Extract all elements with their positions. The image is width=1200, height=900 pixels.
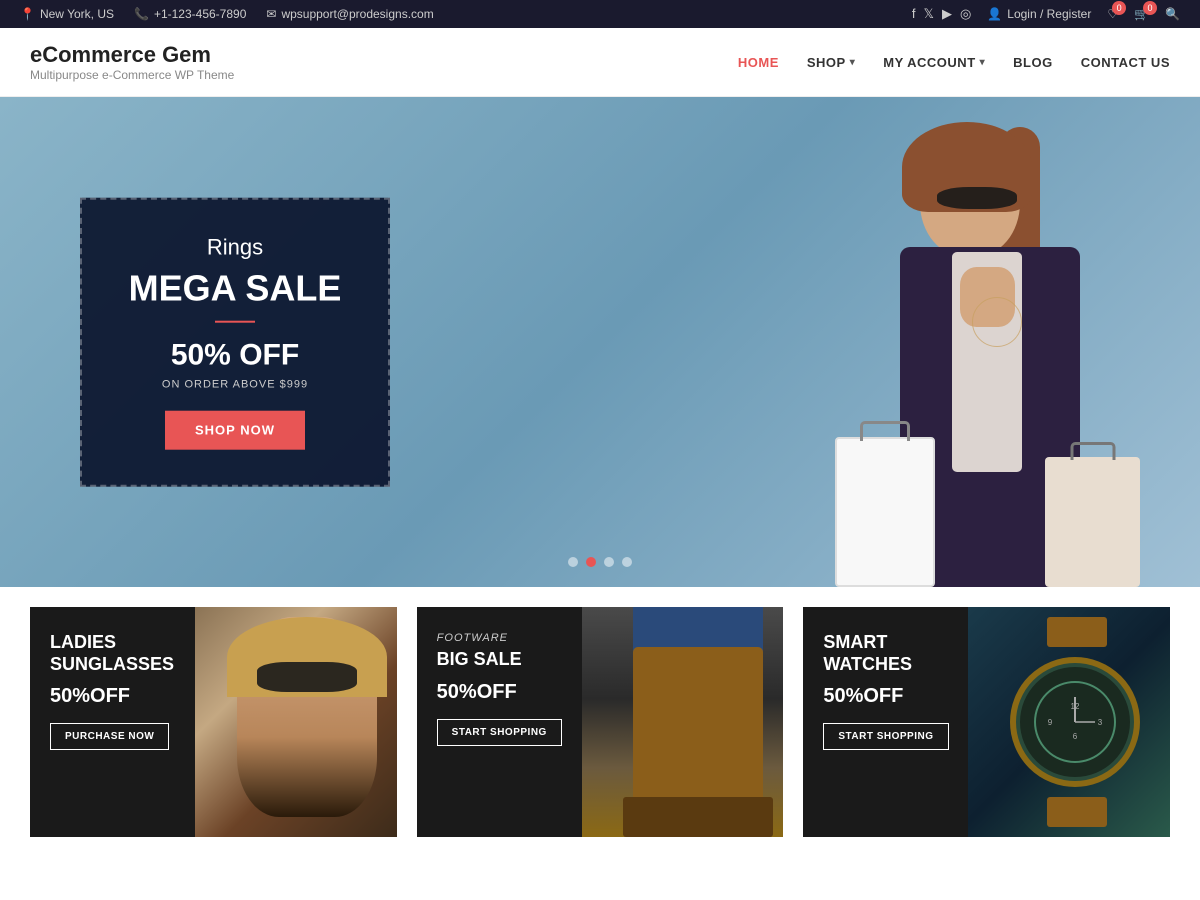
- wishlist-count: 0: [1112, 1, 1126, 15]
- top-bar: 📍 New York, US 📞 +1-123-456-7890 ✉ wpsup…: [0, 0, 1200, 28]
- top-bar-right: f 𝕏 ▶ ◎ 👤 Login / Register ♡ 0 🛒 0 🔍: [912, 6, 1180, 22]
- nav-item-myaccount[interactable]: MY ACCOUNT ▾: [883, 55, 985, 70]
- card-text-watches: SMARTWATCHES 50%OFF START SHOPPING: [803, 607, 986, 837]
- nav-item-home[interactable]: HOME: [738, 55, 779, 70]
- nav-item-blog[interactable]: BLOG: [1013, 55, 1053, 70]
- card-image-footware: [582, 607, 784, 837]
- promo-divider: [215, 320, 255, 322]
- card-title-sunglasses: LADIESSUNGLASSES: [50, 632, 193, 675]
- location-info: 📍 New York, US: [20, 7, 114, 21]
- location-icon: 📍: [20, 7, 35, 21]
- card-discount-watches: 50%OFF: [823, 685, 966, 708]
- email-info: ✉ wpsupport@prodesigns.com: [266, 7, 433, 21]
- promo-condition: ON ORDER ABOVE $999: [112, 378, 358, 390]
- promo-discount: 50% OFF: [112, 338, 358, 372]
- nav-item-shop[interactable]: SHOP ▾: [807, 55, 855, 70]
- slider-dots: [568, 557, 632, 567]
- facebook-icon[interactable]: f: [912, 6, 916, 22]
- main-nav: HOME SHOP ▾ MY ACCOUNT ▾ BLOG CONTACT US: [738, 55, 1170, 70]
- svg-text:6: 6: [1073, 732, 1078, 741]
- purchase-now-button[interactable]: PURCHASE NOW: [50, 723, 169, 750]
- logo-subtitle: Multipurpose e-Commerce WP Theme: [30, 68, 234, 82]
- start-shopping-button-watches[interactable]: START SHOPPING: [823, 723, 948, 750]
- card-image-sunglasses: [195, 607, 397, 837]
- cart-button[interactable]: 🛒 0: [1134, 7, 1149, 21]
- nav-item-contact[interactable]: CONTACT US: [1081, 55, 1170, 70]
- shop-now-button[interactable]: SHOP NOW: [165, 410, 305, 449]
- card-text-sunglasses: LADIESSUNGLASSES 50%OFF PURCHASE NOW: [30, 607, 213, 837]
- chevron-down-icon: ▾: [980, 57, 986, 68]
- search-button[interactable]: 🔍: [1165, 7, 1180, 21]
- slider-dot-2[interactable]: [586, 557, 596, 567]
- start-shopping-button-footware[interactable]: START SHOPPING: [437, 719, 562, 746]
- promo-card-footware[interactable]: FOOTWARE BIG SALE 50%OFF START SHOPPING: [417, 607, 784, 837]
- promo-card-watches[interactable]: 12 6 9 3 SMARTWATCHES 50%OFF START SHOPP…: [803, 607, 1170, 837]
- twitter-icon[interactable]: 𝕏: [924, 6, 934, 22]
- card-title-footware: BIG SALE: [437, 649, 580, 671]
- login-register-link[interactable]: 👤 Login / Register: [987, 7, 1091, 21]
- card-title-watches: SMARTWATCHES: [823, 632, 966, 675]
- email-icon: ✉: [266, 7, 276, 21]
- slider-dot-3[interactable]: [604, 557, 614, 567]
- promo-subtitle: Rings: [112, 235, 358, 261]
- card-text-footware: FOOTWARE BIG SALE 50%OFF START SHOPPING: [417, 607, 600, 837]
- card-image-watches: 12 6 9 3: [968, 607, 1170, 837]
- card-label-footware: FOOTWARE: [437, 632, 580, 644]
- phone-icon: 📞: [134, 7, 149, 21]
- wishlist-button[interactable]: ♡ 0: [1107, 7, 1118, 21]
- card-discount-sunglasses: 50%OFF: [50, 685, 193, 708]
- promo-title: MEGA SALE: [112, 269, 358, 309]
- chevron-down-icon: ▾: [850, 57, 856, 68]
- logo-area: eCommerce Gem Multipurpose e-Commerce WP…: [30, 42, 234, 82]
- logo-title[interactable]: eCommerce Gem: [30, 42, 234, 68]
- instagram-icon[interactable]: ◎: [960, 6, 971, 22]
- hero-person-image: [500, 97, 1200, 587]
- hero-promo-box: Rings MEGA SALE 50% OFF ON ORDER ABOVE $…: [80, 198, 390, 487]
- site-header: eCommerce Gem Multipurpose e-Commerce WP…: [0, 28, 1200, 97]
- svg-text:9: 9: [1048, 718, 1053, 727]
- hero-section: Rings MEGA SALE 50% OFF ON ORDER ABOVE $…: [0, 97, 1200, 587]
- slider-dot-1[interactable]: [568, 557, 578, 567]
- promo-card-sunglasses[interactable]: LADIESSUNGLASSES 50%OFF PURCHASE NOW: [30, 607, 397, 837]
- top-bar-left: 📍 New York, US 📞 +1-123-456-7890 ✉ wpsup…: [20, 7, 434, 21]
- slider-dot-4[interactable]: [622, 557, 632, 567]
- social-icons: f 𝕏 ▶ ◎: [912, 6, 971, 22]
- phone-info: 📞 +1-123-456-7890: [134, 7, 246, 21]
- user-icon: 👤: [987, 7, 1002, 21]
- svg-text:3: 3: [1098, 718, 1103, 727]
- promo-cards-section: LADIESSUNGLASSES 50%OFF PURCHASE NOW FOO…: [0, 587, 1200, 857]
- cart-count: 0: [1143, 1, 1157, 15]
- youtube-icon[interactable]: ▶: [942, 6, 952, 22]
- card-discount-footware: 50%OFF: [437, 681, 580, 704]
